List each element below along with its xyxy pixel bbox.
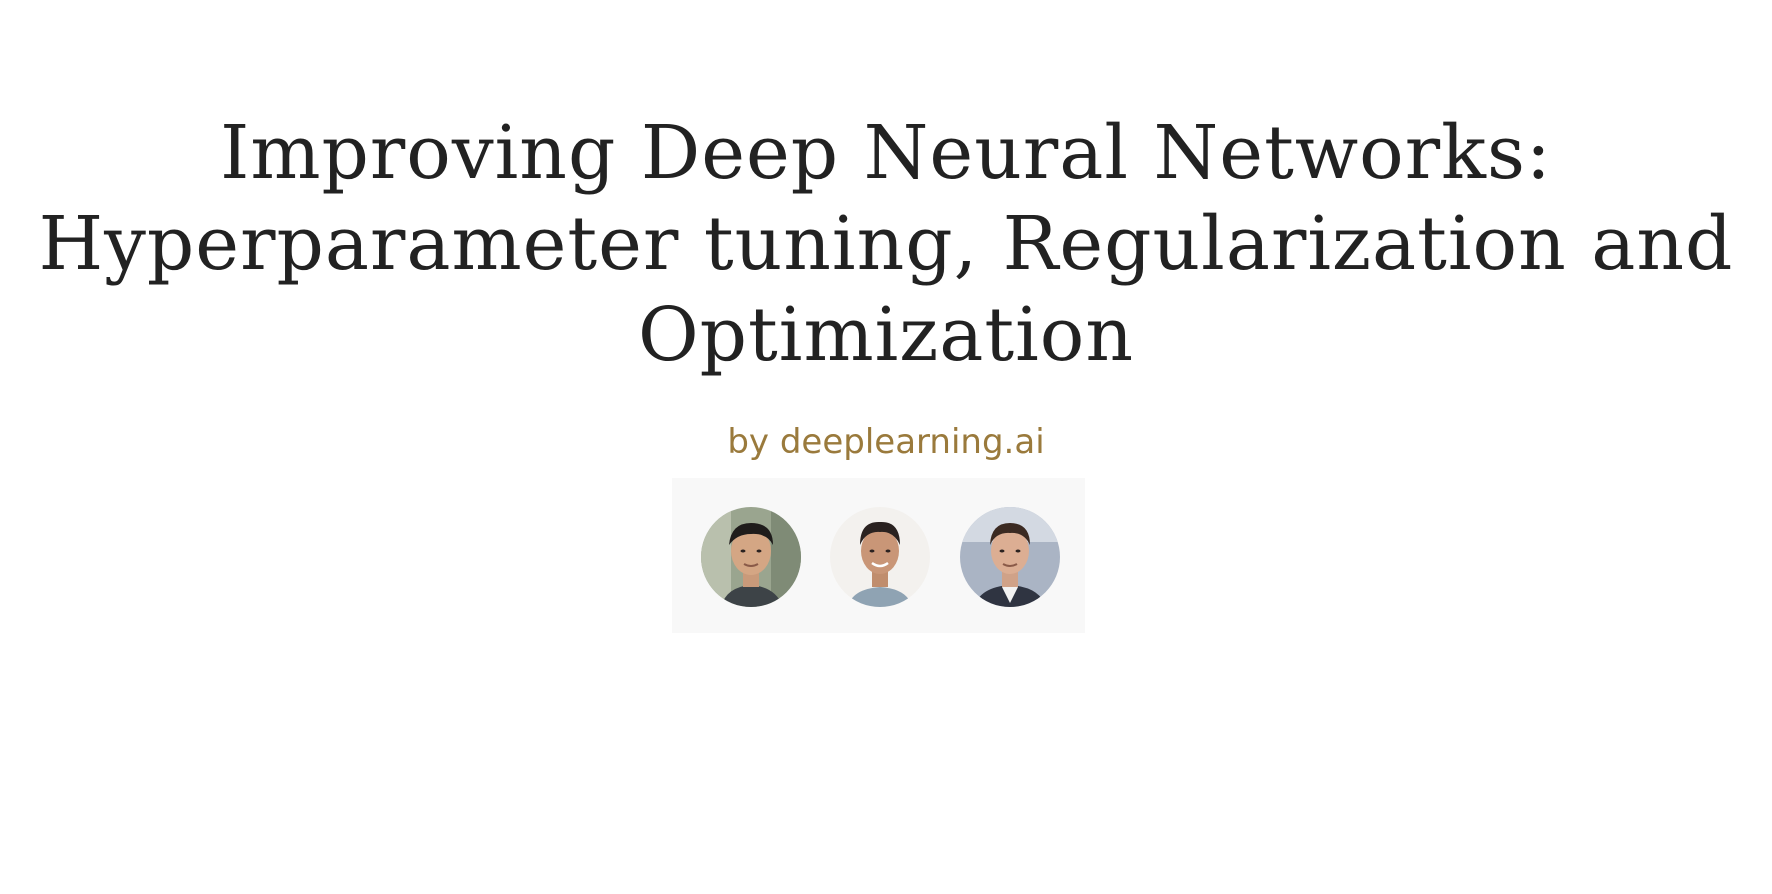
instructor-photo-2-icon — [830, 507, 930, 607]
course-title: Improving Deep Neural Networks: Hyperpar… — [0, 108, 1772, 381]
partner-link[interactable]: by deeplearning.ai — [0, 420, 1772, 464]
course-hero: Improving Deep Neural Networks: Hyperpar… — [0, 0, 1772, 894]
instructor-avatars — [672, 478, 1085, 633]
course-title-line-3: Optimization — [638, 292, 1134, 378]
instructor-photo-3-icon — [960, 507, 1060, 607]
instructor-avatar-2[interactable] — [830, 507, 930, 607]
instructor-avatar-3[interactable] — [960, 507, 1060, 607]
course-title-line-2: Hyperparameter tuning, Regularization an… — [38, 201, 1734, 287]
course-title-line-1: Improving Deep Neural Networks: — [220, 110, 1552, 196]
instructor-photo-1-icon — [701, 507, 801, 607]
instructor-avatar-1[interactable] — [701, 507, 801, 607]
